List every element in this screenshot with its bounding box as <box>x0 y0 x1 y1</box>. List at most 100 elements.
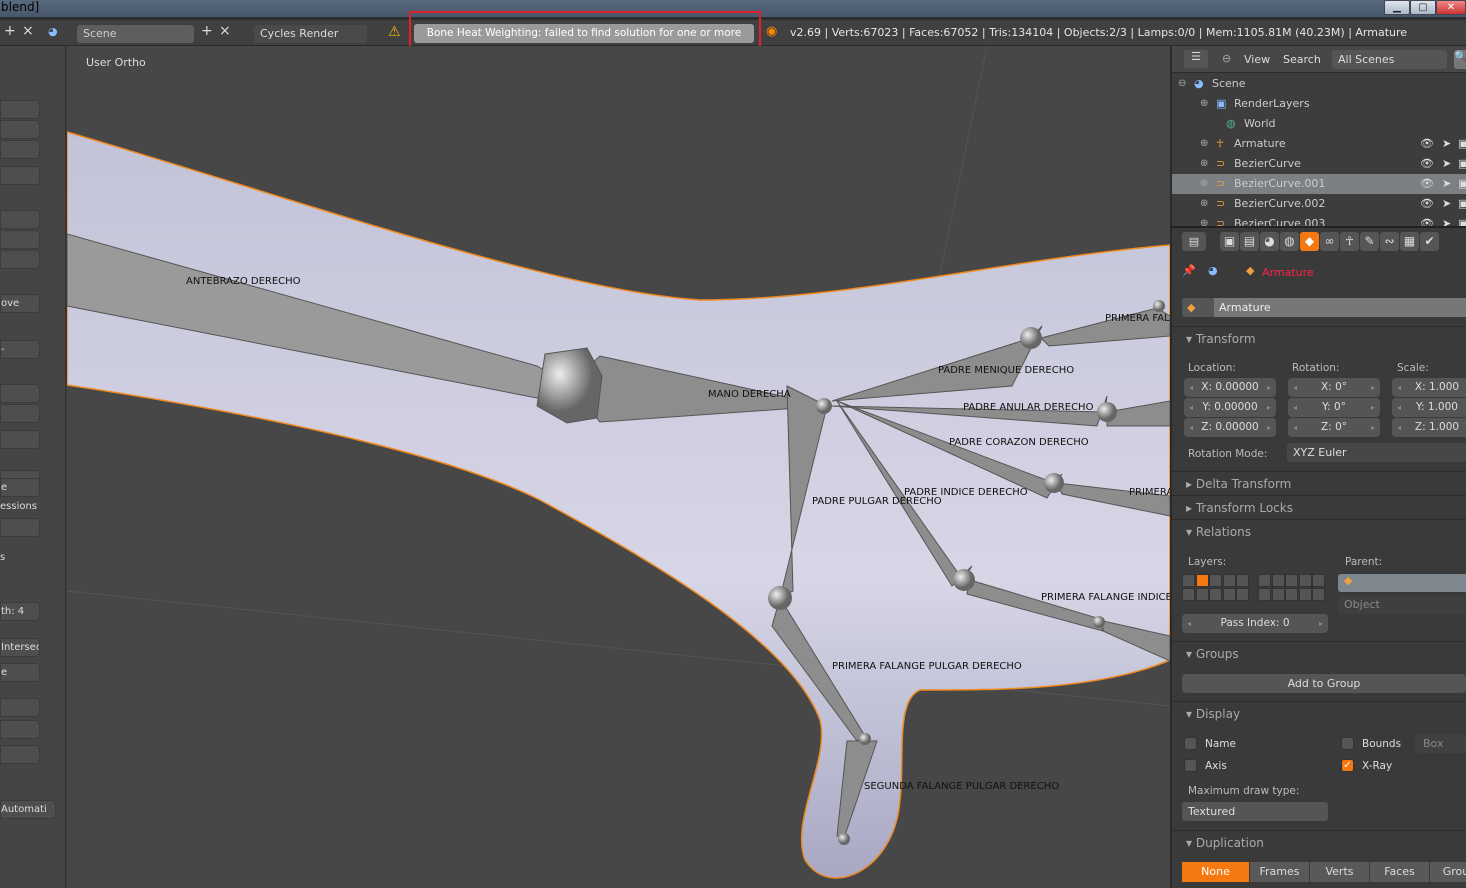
render-engine-select[interactable]: Cycles Render <box>254 25 367 43</box>
panel-duplication[interactable]: ▾ Duplication <box>1172 830 1466 854</box>
shelf-button[interactable] <box>0 100 40 119</box>
layer-toggle[interactable] <box>1182 588 1195 601</box>
shelf-button[interactable] <box>0 166 40 185</box>
shelf-button[interactable] <box>0 384 40 403</box>
shelf-button[interactable]: essions <box>0 498 40 517</box>
duplication-option-frames[interactable]: Frames <box>1250 862 1310 882</box>
menu-view[interactable]: View <box>1244 53 1270 66</box>
render-camera-icon[interactable]: ▣ <box>1458 154 1466 174</box>
rotation-mode-select[interactable]: XYZ Euler <box>1287 443 1466 462</box>
properties-render-layers-tab-icon[interactable]: ▤ <box>1240 232 1259 251</box>
layer-toggle[interactable] <box>1298 588 1312 601</box>
shelf-button[interactable] <box>0 518 40 537</box>
name-checkbox[interactable] <box>1184 737 1197 750</box>
bounds-checkbox[interactable] <box>1341 737 1354 750</box>
scene-field[interactable]: Scene <box>77 25 194 43</box>
properties-physics-tab-icon[interactable]: ✔ <box>1420 232 1439 251</box>
rotation-z-field[interactable]: Z: 0° <box>1288 418 1380 437</box>
shelf-button[interactable] <box>0 720 40 739</box>
select-cursor-icon[interactable]: ➤ <box>1442 214 1451 226</box>
close-window-button[interactable]: ✕ <box>1436 0 1466 15</box>
minimize-button[interactable]: ▁ <box>1384 0 1410 15</box>
outliner-item[interactable]: ⊕ ⊃ BezierCurve.001 👁 ➤ ▣ <box>1172 174 1466 194</box>
shelf-button[interactable]: e <box>0 663 40 682</box>
expand-icon[interactable]: ⊕ <box>1200 134 1208 154</box>
duplication-option-group[interactable]: Group <box>1430 862 1466 882</box>
shelf-button[interactable] <box>0 745 40 764</box>
layer-toggle[interactable] <box>1182 574 1195 587</box>
scale-z-field[interactable]: Z: 1.000 <box>1392 418 1466 437</box>
remove-scene-button[interactable]: × <box>219 23 231 39</box>
shelf-button[interactable] <box>0 140 40 159</box>
shelf-button[interactable]: ove <box>0 294 40 313</box>
properties-render-tab-icon[interactable]: ▣ <box>1220 232 1239 251</box>
search-icon[interactable]: 🔍 <box>1454 50 1466 69</box>
shelf-button[interactable]: - <box>0 340 40 359</box>
location-x-field[interactable]: X: 0.00000 <box>1184 378 1276 397</box>
expand-icon[interactable]: ⊕ <box>1200 154 1208 174</box>
visibility-eye-icon[interactable]: 👁 <box>1420 154 1434 174</box>
properties-object-data-tab-icon[interactable]: ☥ <box>1340 232 1359 251</box>
visibility-eye-icon[interactable]: 👁 <box>1420 194 1434 214</box>
axis-checkbox[interactable] <box>1184 759 1197 772</box>
shelf-button[interactable] <box>0 210 40 229</box>
layer-toggle[interactable] <box>1312 574 1326 587</box>
select-cursor-icon[interactable]: ➤ <box>1442 154 1451 174</box>
panel-display[interactable]: ▾ Display <box>1172 701 1466 725</box>
menu-search[interactable]: Search <box>1283 53 1321 66</box>
maximize-button[interactable]: ▢ <box>1410 0 1436 15</box>
select-cursor-icon[interactable]: ➤ <box>1442 174 1451 194</box>
editor-type-icon[interactable]: ☰ <box>1184 50 1208 68</box>
properties-texture-tab-icon[interactable]: ▦ <box>1400 232 1419 251</box>
expand-icon[interactable]: ⊕ <box>1200 214 1208 226</box>
layer-toggle[interactable] <box>1195 574 1209 587</box>
expand-icon[interactable]: ⊕ <box>1200 174 1208 194</box>
rotation-y-field[interactable]: Y: 0° <box>1288 398 1380 417</box>
add-to-group-button[interactable]: Add to Group <box>1182 674 1466 693</box>
location-z-field[interactable]: Z: 0.00000 <box>1184 418 1276 437</box>
expand-icon[interactable]: ⊕ <box>1200 194 1208 214</box>
shelf-button[interactable]: e <box>0 478 40 497</box>
shelf-button[interactable] <box>0 120 40 139</box>
duplication-option-faces[interactable]: Faces <box>1370 862 1430 882</box>
properties-bone-constraint-tab-icon[interactable]: ∾ <box>1380 232 1399 251</box>
parent-type-field[interactable]: Object <box>1338 596 1466 614</box>
rotation-x-field[interactable]: X: 0° <box>1288 378 1380 397</box>
scene-icon[interactable]: ◕ <box>48 25 58 38</box>
duplication-option-none[interactable]: None <box>1182 862 1250 882</box>
outliner-item[interactable]: ⊖ ◕ Scene <box>1172 74 1466 94</box>
layer-toggle[interactable] <box>1236 574 1250 587</box>
render-camera-icon[interactable]: ▣ <box>1458 174 1466 194</box>
location-y-field[interactable]: Y: 0.00000 <box>1184 398 1276 417</box>
pin-icon[interactable]: 📌 <box>1182 264 1196 277</box>
layer-toggle[interactable] <box>1222 574 1236 587</box>
xray-checkbox[interactable]: ✓ <box>1341 759 1354 772</box>
shelf-button[interactable] <box>0 430 40 449</box>
remove-screen-button[interactable]: × <box>22 23 34 39</box>
properties-constraints-tab-icon[interactable]: ∞ <box>1320 232 1339 251</box>
panel-delta-transform[interactable]: ▸ Delta Transform <box>1172 471 1466 495</box>
properties-scene-tab-icon[interactable]: ◕ <box>1260 232 1279 251</box>
shelf-button[interactable] <box>0 250 40 269</box>
parent-field[interactable]: ◆ <box>1338 574 1466 592</box>
shelf-button[interactable] <box>0 230 40 249</box>
shelf-button[interactable]: s <box>0 549 40 568</box>
properties-object-tab-icon[interactable]: ◆ <box>1300 232 1319 251</box>
layer-toggle[interactable] <box>1209 588 1223 601</box>
select-cursor-icon[interactable]: ➤ <box>1442 194 1451 214</box>
layer-toggle[interactable] <box>1298 574 1312 587</box>
visibility-eye-icon[interactable]: 👁 <box>1420 214 1434 226</box>
shelf-button[interactable]: Automati <box>0 800 56 819</box>
panel-groups[interactable]: ▾ Groups <box>1172 641 1466 665</box>
collapse-icon[interactable]: ⊖ <box>1222 52 1231 65</box>
layer-toggle[interactable] <box>1285 574 1299 587</box>
add-scene-button[interactable]: + <box>201 23 213 39</box>
render-camera-icon[interactable]: ▣ <box>1458 214 1466 226</box>
visibility-eye-icon[interactable]: 👁 <box>1420 134 1434 154</box>
outliner-item[interactable]: ⊕ ⊃ BezierCurve.002 👁 ➤ ▣ <box>1172 194 1466 214</box>
panel-transform[interactable]: ▾ Transform <box>1172 326 1466 350</box>
panel-transform-locks[interactable]: ▸ Transform Locks <box>1172 495 1466 519</box>
layer-toggle[interactable] <box>1236 588 1250 601</box>
select-cursor-icon[interactable]: ➤ <box>1442 134 1451 154</box>
layer-toggle[interactable] <box>1285 588 1299 601</box>
